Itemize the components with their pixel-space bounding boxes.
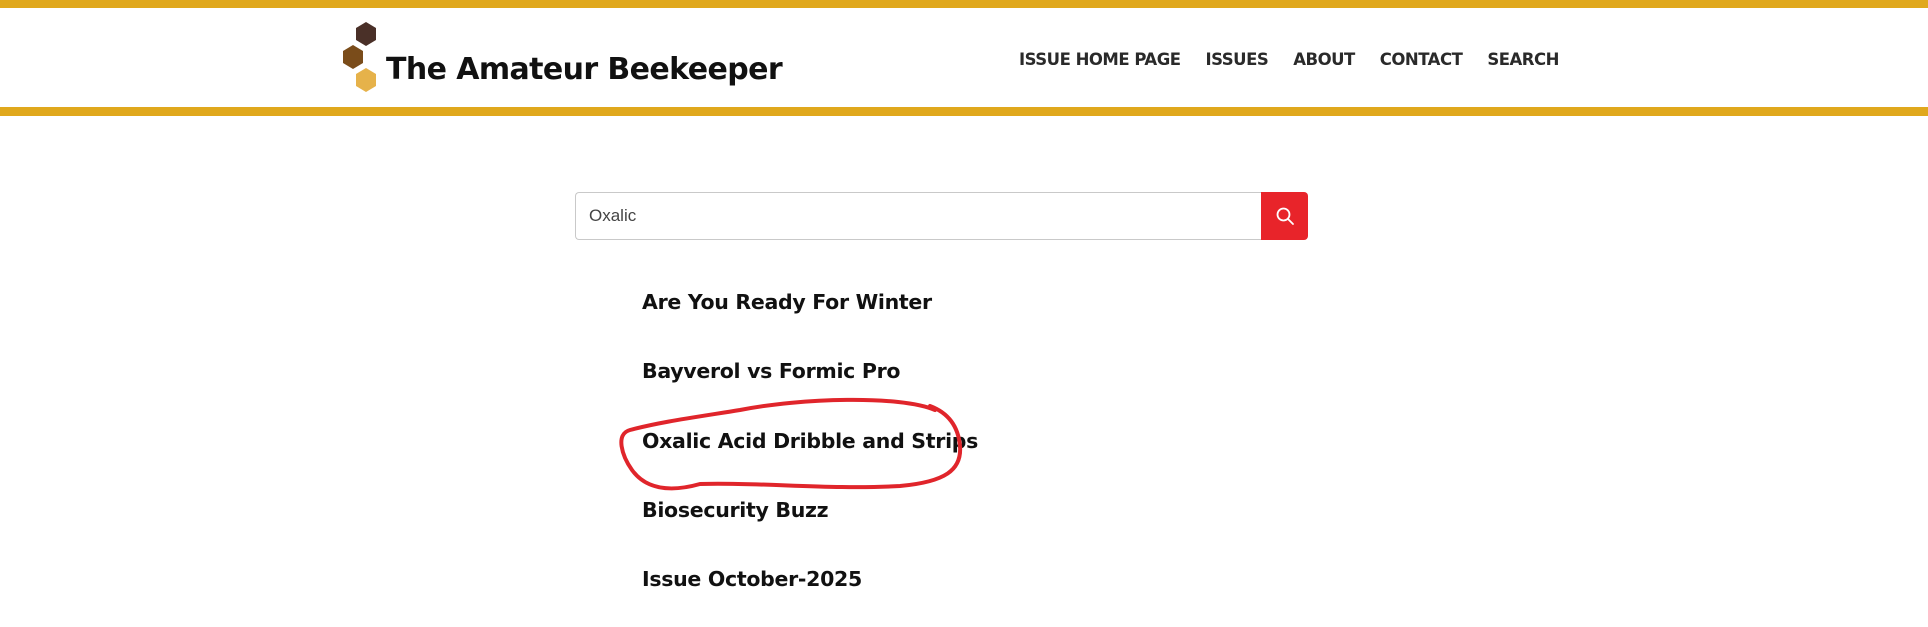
search-results-list: Are You Ready For Winter Bayverol vs For…: [642, 290, 978, 627]
result-link[interactable]: Oxalic Acid Dribble and Strips: [642, 429, 978, 453]
result-link[interactable]: Bayverol vs Formic Pro: [642, 359, 900, 383]
result-link[interactable]: Are You Ready For Winter: [642, 290, 932, 314]
site-title: The Amateur Beekeeper: [386, 52, 783, 87]
header-bottom-border: [0, 107, 1928, 116]
list-item: Issue October-2025: [642, 567, 978, 627]
nav-search[interactable]: SEARCH: [1487, 50, 1559, 69]
list-item: Are You Ready For Winter: [642, 290, 978, 359]
search-icon: [1276, 207, 1294, 225]
nav-issues[interactable]: ISSUES: [1206, 50, 1269, 69]
header-top-border: [0, 0, 1928, 8]
search-button[interactable]: [1261, 192, 1308, 240]
search-input[interactable]: [575, 192, 1261, 240]
result-link[interactable]: Biosecurity Buzz: [642, 498, 829, 522]
list-item: Bayverol vs Formic Pro: [642, 359, 978, 428]
search-form: [575, 192, 1308, 240]
nav-about[interactable]: ABOUT: [1293, 50, 1355, 69]
honeycomb-logo-icon: [343, 22, 376, 92]
nav-issue-home-page[interactable]: ISSUE HOME PAGE: [1019, 50, 1181, 69]
list-item: Oxalic Acid Dribble and Strips: [642, 429, 978, 498]
list-item: Biosecurity Buzz: [642, 498, 978, 567]
result-link[interactable]: Issue October-2025: [642, 567, 862, 591]
main-nav: ISSUE HOME PAGE ISSUES ABOUT CONTACT SEA…: [1019, 50, 1559, 69]
nav-contact[interactable]: CONTACT: [1380, 50, 1463, 69]
